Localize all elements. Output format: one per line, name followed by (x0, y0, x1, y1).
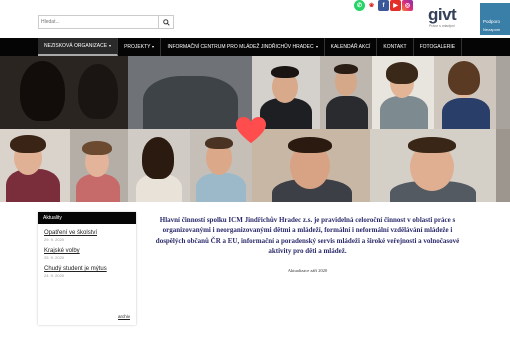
facebook-icon[interactable]: f (378, 0, 389, 11)
collage-tile (434, 56, 496, 129)
collage-tile (128, 56, 252, 129)
news-item-link[interactable]: Chudý student je mýtus (44, 266, 136, 272)
nav-item-neziskova-organizace[interactable]: Nezisková organizace (38, 38, 119, 56)
news-sidebar: Aktuality Opatření ve školství 29. 9. 20… (38, 212, 136, 325)
instagram-icon[interactable]: ◎ (402, 0, 413, 11)
side-banner-text-2: Nezapom (483, 27, 501, 32)
side-banner-text-1: Podporo (483, 19, 501, 24)
side-promo-banner[interactable]: Podporo Nezapom (480, 3, 510, 35)
collage-tile (252, 129, 370, 202)
main-nav: Nezisková organizace Projekty Informační… (0, 38, 510, 56)
nav-item-informacni-centrum[interactable]: Informační centrum pro mládež Jindřichův… (161, 38, 325, 56)
nav-item-kontakt[interactable]: Kontakt (377, 38, 414, 56)
search-icon (162, 18, 170, 26)
ecard-icon[interactable]: ❀ (366, 0, 377, 11)
caret-down-icon (152, 46, 155, 48)
news-item-date: 29. 9. 2020 (44, 237, 65, 242)
search-button[interactable] (158, 16, 173, 28)
news-item-date: 24. 9. 2020 (44, 273, 65, 278)
site-header: ✆ ❀ f ▶ ◎ givt Práce s mladými Podporo N… (0, 0, 510, 38)
collage-tile (70, 129, 128, 202)
collage-tile (320, 56, 372, 129)
nav-item-fotogalerie[interactable]: Fotogalerie (414, 38, 463, 56)
main-content: Hlavní činností spolku ICM Jindřichův Hr… (150, 215, 465, 273)
nav-label: Informační centrum pro mládež Jindřichův… (167, 44, 314, 50)
news-item-link[interactable]: Opatření ve školství (44, 230, 136, 236)
search-input[interactable] (39, 16, 158, 28)
heart-icon (236, 116, 266, 144)
search-box (38, 15, 174, 29)
news-list: Opatření ve školství 29. 9. 2020 Krajské… (38, 230, 136, 278)
collage-tile (0, 129, 70, 202)
intro-paragraph: Hlavní činností spolku ICM Jindřichův Hr… (155, 216, 460, 255)
news-item-date: 25. 9. 2020 (44, 255, 65, 260)
collage-tile (128, 129, 190, 202)
nav-label: Projekty (124, 44, 151, 50)
collage-tile (496, 129, 510, 202)
collage-tile (372, 56, 434, 129)
collage-tile (0, 56, 128, 129)
caret-down-icon (315, 46, 318, 48)
update-note: Aktualizace září 2020 (287, 268, 328, 274)
hero-banner-photo-collage (0, 56, 510, 202)
nav-label: Kalendář akcí (330, 44, 371, 50)
sidebar-title: Aktuality (38, 212, 136, 224)
nav-item-projekty[interactable]: Projekty (118, 38, 162, 56)
nav-item-kalendar-akci[interactable]: Kalendář akcí (325, 38, 378, 56)
logo-text: givt (428, 5, 457, 24)
nav-label: Nezisková organizace (44, 43, 108, 49)
social-links: ✆ ❀ f ▶ ◎ (354, 0, 413, 12)
youtube-icon[interactable]: ▶ (390, 0, 401, 11)
site-logo[interactable]: givt Práce s mladými (418, 3, 480, 35)
nav-label: Kontakt (383, 44, 407, 50)
nav-label: Fotogalerie (419, 44, 456, 50)
logo-tagline: Práce s mladými (429, 24, 455, 28)
news-item-link[interactable]: Krajské volby (44, 248, 136, 254)
collage-tile (370, 129, 496, 202)
collage-tile (496, 56, 510, 129)
archive-link[interactable]: archiv (118, 314, 130, 319)
whatsapp-icon[interactable]: ✆ (354, 0, 365, 11)
caret-down-icon (109, 45, 112, 47)
